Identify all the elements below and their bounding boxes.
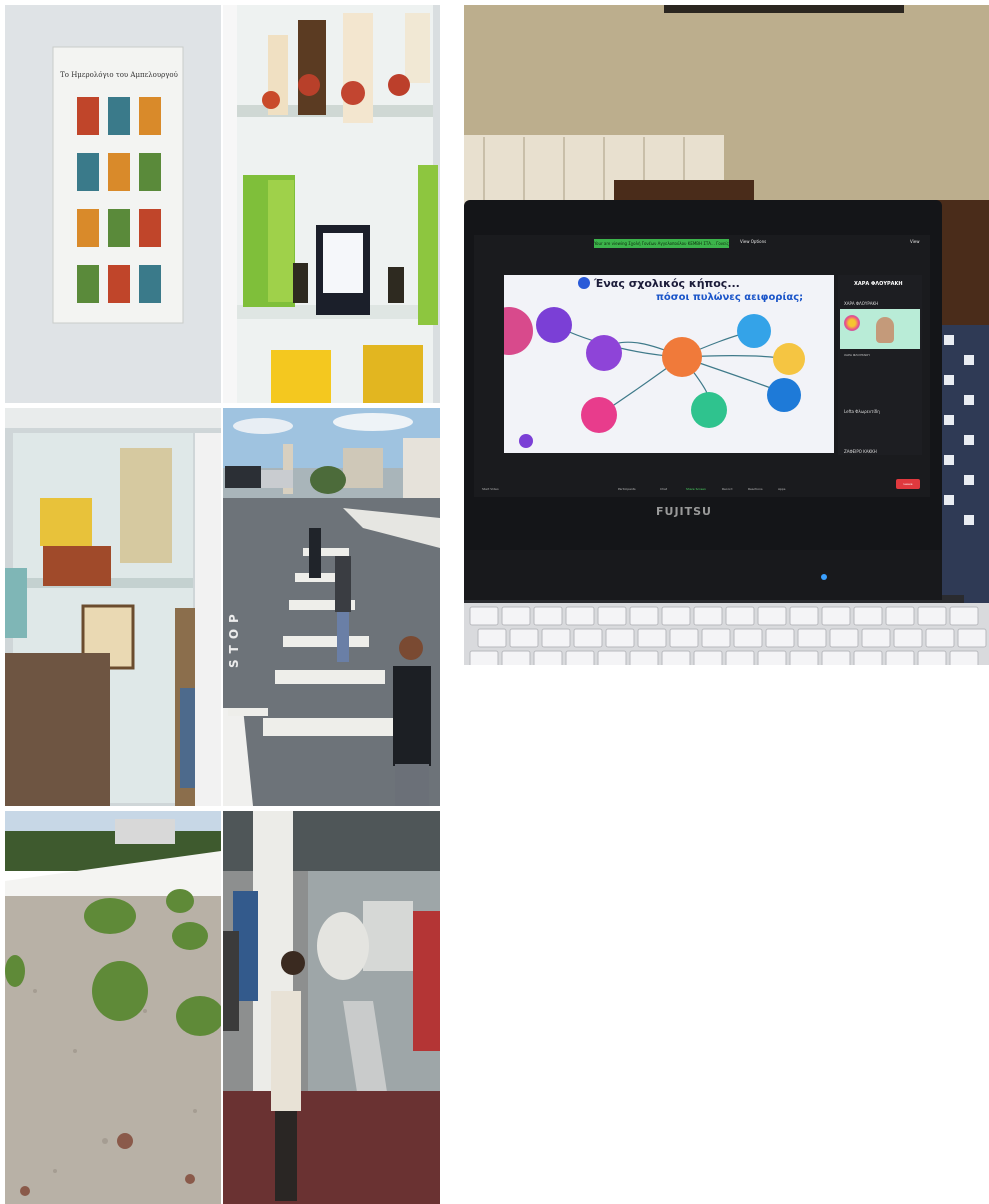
keyboard-key <box>637 628 667 648</box>
keyboard-key <box>597 650 627 665</box>
road-marking-stop: STOP <box>227 608 241 668</box>
keyboard-key <box>789 606 819 626</box>
participants-header: ΧΑΡΑ ΦΛΟΥΡΑΚΗ <box>854 281 903 287</box>
keyboard-key <box>725 650 755 665</box>
keyboard-key <box>605 628 635 648</box>
poster-title: Το Ημερολόγιο του Αμπελουργού <box>60 71 178 79</box>
keyboard-key <box>597 606 627 626</box>
keyboard-key <box>733 628 763 648</box>
keyboard-key <box>757 650 787 665</box>
keyboard-key <box>501 650 531 665</box>
keyboard-key <box>725 606 755 626</box>
share-screen-button[interactable]: Share Screen <box>686 487 706 491</box>
keyboard-key <box>469 606 499 626</box>
keyboard-key <box>853 606 883 626</box>
photo-calendar-poster: Το Ημερολόγιο του Αμπελουργού <box>5 5 221 403</box>
keyboard-key <box>949 650 979 665</box>
keyboard-key <box>477 628 507 648</box>
keyboard-key <box>533 606 563 626</box>
photo-display-cabinet <box>223 5 440 403</box>
keyboard-key <box>541 628 571 648</box>
participants-button[interactable]: Participants <box>618 487 636 491</box>
participant-tile-1[interactable]: ΧΑΡΑ ΦΛΟΥΡΑΚΗ <box>844 301 878 306</box>
keyboard-key <box>533 650 563 665</box>
laptop-brand-logo: FUJITSU <box>656 505 712 518</box>
keyboard-key <box>565 606 595 626</box>
keyboard-key <box>885 606 915 626</box>
slide-title-line2: πόσοι πυλώνες αειφορίας; <box>656 292 804 303</box>
participant-tile-3[interactable]: Lefta Φλωρεντίδη <box>844 409 880 414</box>
meeting-toolbar: Start Video Participants Chat Share Scre… <box>474 475 930 497</box>
leave-button[interactable]: Leave <box>896 479 920 489</box>
poster-month-image <box>77 209 99 247</box>
photo-vineyard <box>5 811 221 1204</box>
keyboard-key <box>629 650 659 665</box>
keyboard-key <box>693 650 723 665</box>
keyboard-key <box>509 628 539 648</box>
poster-month-image <box>77 153 99 191</box>
participant-tile-2[interactable]: ΧΑΡΑ ΦΛΟΥΡΑΚΗ <box>844 353 870 357</box>
keyboard-key <box>821 606 851 626</box>
participants-panel: ΧΑΡΑ ΦΛΟΥΡΑΚΗ ΧΑΡΑ ΦΛΟΥΡΑΚΗ ΧΑΡΑ ΦΛΟΥΡΑΚ… <box>838 275 922 455</box>
shared-slide: Ένας σχολικός κήπος... πόσοι πυλώνες αει… <box>504 275 834 453</box>
poster-month-image <box>139 265 161 303</box>
keyboard-key <box>797 628 827 648</box>
view-options-button[interactable]: View Options <box>740 239 766 244</box>
flower-logo <box>844 315 860 331</box>
view-button[interactable]: View <box>910 239 920 244</box>
start-video-button[interactable]: Start Video <box>482 487 499 491</box>
slide-title-line1: Ένας σχολικός κήπος... <box>594 277 740 290</box>
photo-street-crossing: STOP <box>223 408 440 806</box>
poster-month-image <box>77 97 99 135</box>
keyboard-key <box>853 650 883 665</box>
chat-button[interactable]: Chat <box>660 487 667 491</box>
keyboard-key <box>501 606 531 626</box>
meeting-banner: Your are viewing Σχολή Γονέων Αγγελοπούλ… <box>594 239 729 248</box>
keyboard-key <box>893 628 923 648</box>
keyboard-key <box>925 628 955 648</box>
keyboard-key <box>693 606 723 626</box>
reactions-button[interactable]: Reactions <box>748 487 763 491</box>
keyboard-key <box>821 650 851 665</box>
poster-month-image <box>139 209 161 247</box>
keyboard-key <box>701 628 731 648</box>
keyboard-key <box>957 628 987 648</box>
keyboard-key <box>669 628 699 648</box>
record-button[interactable]: Record <box>722 487 732 491</box>
poster-month-image <box>139 153 161 191</box>
keyboard-key <box>661 606 691 626</box>
avatar <box>876 317 894 343</box>
keyboard-key <box>949 606 979 626</box>
participant-video[interactable] <box>840 309 920 349</box>
poster-month-image <box>108 209 130 247</box>
keyboard-key <box>885 650 915 665</box>
keyboard-key <box>469 650 499 665</box>
keyboard-key <box>829 628 859 648</box>
poster-month-image <box>108 97 130 135</box>
keyboard-key <box>789 650 819 665</box>
photo-laptop-meeting: Your are viewing Σχολή Γονέων Αγγελοπούλ… <box>464 5 989 665</box>
photo-winery-machinery <box>223 811 440 1204</box>
keyboard-key <box>565 650 595 665</box>
zoom-window: Your are viewing Σχολή Γονέων Αγγελοπούλ… <box>474 235 930 497</box>
apps-button[interactable]: Apps <box>778 487 785 491</box>
keyboard-key <box>861 628 891 648</box>
poster-month-image <box>139 97 161 135</box>
keyboard-key <box>757 606 787 626</box>
keyboard-key <box>629 606 659 626</box>
poster-month-image <box>108 265 130 303</box>
keyboard-key <box>573 628 603 648</box>
poster-month-image <box>108 153 130 191</box>
keyboard-key <box>765 628 795 648</box>
keyboard-key <box>917 606 947 626</box>
keyboard-key <box>917 650 947 665</box>
keyboard-key <box>661 650 691 665</box>
poster-month-image <box>77 265 99 303</box>
participant-tile-4[interactable]: ΖΑΦΕΙΡΟ ΚΑΚΚΗ <box>844 449 877 454</box>
photo-cabinet-diploma <box>5 408 221 806</box>
